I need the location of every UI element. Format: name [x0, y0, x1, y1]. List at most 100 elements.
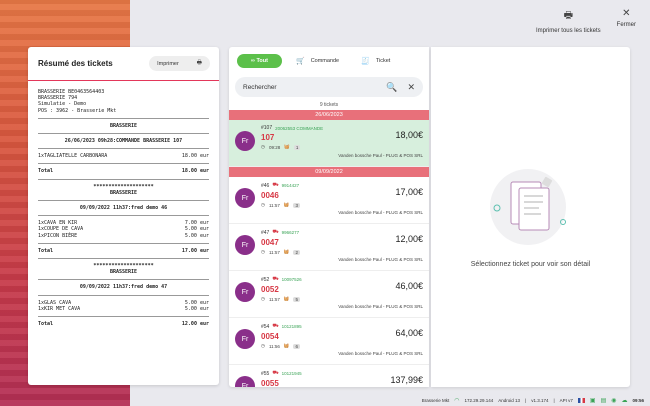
ticket-detail-panel: Sélectionnez ticket pour voir son détail — [431, 47, 630, 387]
date-header: 26/06/2023 — [229, 110, 429, 120]
top-actions: 🖶 Imprimer tous les tickets ✕ Fermer — [536, 8, 636, 34]
tab-ticket[interactable]: 🧾 Ticket — [353, 57, 398, 65]
ticket-code: 10097526 — [281, 277, 302, 282]
ticket-code: 10121945 — [281, 371, 302, 376]
date-header: 09/09/2022 — [229, 167, 429, 177]
print-label: Imprimer — [157, 60, 179, 67]
ticket-amount: 18,00€ — [395, 130, 423, 140]
receipt-line: 09/09/2022 11h37:fred demo 46 — [79, 205, 168, 212]
ticket-seller: Vanden bossche Paul - PLUG & POS SRL — [338, 304, 423, 309]
ticket-amount: 64,00€ — [395, 328, 423, 338]
ticket-row[interactable]: Fr #54 ⛟ 10121895 0054 ◷ 11:56 🧺 6 64,00€ Van… — [229, 318, 429, 365]
ticket-qty: 1 — [293, 144, 301, 150]
print-all-button[interactable]: 🖶 Imprimer tous les tickets — [536, 8, 601, 34]
ticket-time: 11:57 — [268, 249, 280, 255]
receipt-summary-panel: Résumé des tickets Imprimer 🖶 BRASSERIE … — [28, 47, 219, 385]
ticket-code: 9914427 — [281, 183, 300, 188]
divider — [38, 242, 209, 244]
receipt-line: POS : 3962 - Brasserie Mkt — [38, 107, 117, 114]
tab-all[interactable]: ∞ Tout — [237, 54, 282, 68]
clock-icon: ◷ — [261, 202, 265, 207]
ticket-row[interactable]: Fr #46 ⛟ 9914427 0046 ◷ 11:57 🧺 3 17,00€ Vand… — [229, 177, 429, 224]
tab-ticket-label: Ticket — [375, 58, 391, 64]
printer-icon: 🖶 — [196, 60, 202, 66]
receipt-line: 09/09/2022 11h37:fred demo 47 — [79, 284, 168, 291]
ticket-time: 11:57 — [268, 202, 280, 208]
ticket-time: 09:28 — [268, 144, 281, 150]
clock-icon: ◷ — [261, 249, 265, 254]
search-input[interactable]: Rechercher — [243, 84, 376, 91]
search-bar[interactable]: Rechercher 🔍 ✕ — [235, 77, 423, 97]
clock-icon: ◷ — [261, 144, 265, 149]
ticket-list-panel: ∞ Tout 🛒 Commande 🧾 Ticket Rechercher 🔍 … — [229, 47, 429, 387]
empty-receipt-illustration — [490, 169, 566, 245]
printer-icon: 🖶 — [563, 10, 574, 21]
ticket-code: 10121895 — [281, 324, 302, 329]
printer-status-icon: ▣ — [589, 397, 596, 404]
receipt-title: Résumé des tickets — [38, 59, 113, 68]
basket-icon: 🧺 — [283, 202, 290, 207]
receipt-line: BRASSERIE — [109, 122, 138, 129]
clear-icon[interactable]: ✕ — [407, 82, 415, 93]
receipt-red-icon: ⛟ — [272, 229, 279, 235]
ticket-seller: Vanden bossche Paul - PLUG & POS SRL — [338, 257, 423, 262]
print-all-label: Imprimer tous les tickets — [535, 28, 601, 34]
ticket-seller: Vanden bossche Paul - PLUG & POS SRL — [338, 153, 423, 158]
receipt-red-icon: ⛟ — [272, 323, 279, 329]
divider — [38, 148, 209, 150]
close-button[interactable]: ✕ Fermer — [617, 8, 636, 34]
receipt-item: 1xPICON BIÈRE 5.00 eur — [38, 232, 209, 239]
ticket-row[interactable]: Fr #47 ⛟ 9966277 0047 ◷ 11:57 🧺 2 12,00€ Vand… — [229, 224, 429, 271]
receipt-header: Résumé des tickets Imprimer 🖶 — [28, 47, 219, 81]
filter-tabs: ∞ Tout 🛒 Commande 🧾 Ticket — [229, 47, 429, 75]
receipt-body: BRASSERIE BE0463564403 BRASSERIE 794 Sim… — [28, 81, 219, 335]
print-button[interactable]: Imprimer 🖶 — [149, 56, 210, 71]
ticket-time: 11:56 — [268, 343, 280, 349]
ticket-amount: 137,99€ — [390, 375, 423, 385]
receipt-total: Total 12.00 eur — [38, 321, 209, 328]
search-icon[interactable]: 🔍 — [386, 82, 397, 93]
receipt-red-icon: ⛟ — [272, 276, 279, 282]
api-version: API v7 — [559, 397, 573, 403]
receipt-item: 1xTAGLIATELLE CARBONARA 18.00 eur — [38, 153, 209, 160]
receipt-red-icon: ⛟ — [272, 182, 279, 188]
ticket-row[interactable]: Fr #55 ⛟ 10121945 0055 137,99€ — [229, 365, 429, 387]
divider — [38, 117, 209, 119]
avatar: Fr — [235, 329, 255, 349]
tab-all-label: Tout — [256, 58, 268, 64]
link-icon: ∞ — [251, 58, 255, 64]
ticket-count: 9 tickets — [319, 102, 339, 108]
ticket-qty: 3 — [293, 202, 300, 208]
clock-icon: ◷ — [261, 343, 265, 348]
cloud-icon: ☁ — [621, 397, 628, 404]
divider — [38, 178, 209, 180]
app-version: v1.3.174 — [531, 397, 549, 403]
ticket-seller: Vanden bossche Paul - PLUG & POS SRL — [338, 351, 423, 356]
avatar: Fr — [235, 188, 255, 208]
divider — [38, 294, 209, 296]
divider — [38, 279, 209, 281]
ticket-seller: Vanden bossche Paul - PLUG & POS SRL — [338, 210, 423, 215]
divider — [38, 258, 209, 260]
wifi-icon: ◠ — [454, 397, 460, 404]
receipt-red-icon: ⛟ — [272, 370, 279, 376]
ticket-row[interactable]: Fr #107 20062553 COMMANDE 107 ◷ 09:28 🧺 1 18… — [229, 120, 429, 167]
ticket-qty: 6 — [293, 343, 300, 349]
avatar: Fr — [235, 131, 255, 151]
drawer-status-icon: ▤ — [600, 397, 607, 404]
avatar: Fr — [235, 235, 255, 255]
ticket-row[interactable]: Fr #52 ⛟ 10097526 0052 ◷ 11:57 🧺 5 46,00€ Van… — [229, 271, 429, 318]
android-icon: ◉ — [611, 397, 617, 404]
ip-address: 172.29.29.144 — [464, 397, 494, 403]
ticket-number: #54 — [261, 323, 270, 330]
ticket-number: #46 — [261, 182, 270, 189]
ticket-number: #55 — [261, 370, 270, 377]
ticket-number: #47 — [261, 229, 270, 236]
store-name: Brasserie Mkt — [421, 397, 450, 403]
avatar: Fr — [235, 376, 255, 387]
avatar: Fr — [235, 282, 255, 302]
tab-order[interactable]: 🛒 Commande — [288, 57, 347, 65]
basket-icon: 🧺 — [283, 296, 290, 301]
ticket-time: 11:57 — [268, 296, 280, 302]
ticket-amount: 17,00€ — [395, 187, 423, 197]
